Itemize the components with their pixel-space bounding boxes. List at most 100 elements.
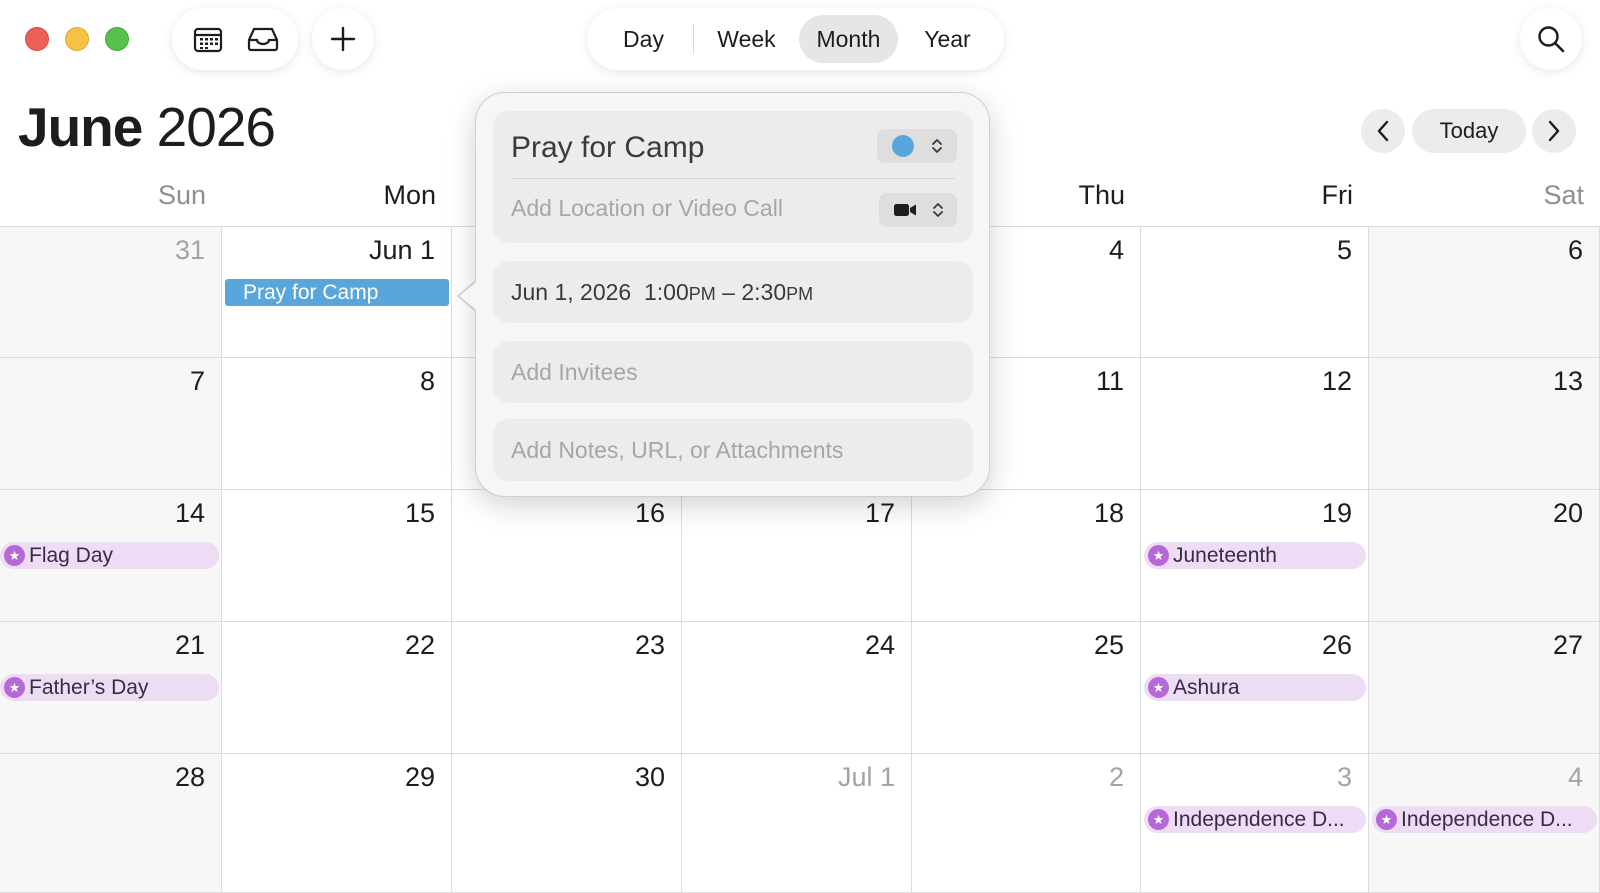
- day-cell[interactable]: 22: [222, 622, 452, 754]
- day-cell[interactable]: 17: [682, 490, 912, 622]
- event-title: Pray for Camp: [243, 280, 379, 304]
- day-cell[interactable]: 25: [912, 622, 1141, 754]
- weekday-fri: Fri: [1321, 180, 1353, 210]
- inbox-button[interactable]: [241, 17, 285, 61]
- day-cell[interactable]: 16: [452, 490, 682, 622]
- view-day-tab[interactable]: Day: [594, 15, 693, 63]
- day-number: 7: [189, 366, 205, 396]
- event-title-field[interactable]: Pray for Camp: [511, 131, 704, 165]
- day-cell[interactable]: 26 ★ Ashura: [1141, 622, 1369, 754]
- calendars-button[interactable]: [186, 17, 230, 61]
- holiday-event[interactable]: ★ Independence D...: [1372, 806, 1597, 833]
- day-number: 19: [1321, 498, 1352, 528]
- day-number: 22: [404, 630, 435, 660]
- day-cell[interactable]: 30: [452, 754, 682, 893]
- view-year-tab[interactable]: Year: [898, 15, 997, 63]
- day-cell[interactable]: 27: [1369, 622, 1600, 754]
- day-number: 18: [1093, 498, 1124, 528]
- day-number: 3: [1336, 762, 1352, 792]
- date-time-card[interactable]: Jun 1, 2026 1:00PM – 2:30PM: [493, 261, 973, 323]
- day-cell[interactable]: 24: [682, 622, 912, 754]
- view-week-tab[interactable]: Week: [694, 15, 799, 63]
- day-cell[interactable]: 18: [912, 490, 1141, 622]
- add-event-button[interactable]: [312, 8, 374, 70]
- search-icon: [1538, 26, 1565, 53]
- day-cell[interactable]: 21 ★ Father’s Day: [0, 622, 222, 754]
- day-number: 28: [174, 762, 205, 792]
- chevron-right-icon: [1548, 120, 1560, 142]
- day-number: 13: [1552, 366, 1583, 396]
- day-cell[interactable]: 28: [0, 754, 222, 893]
- day-cell[interactable]: Jun 1 Pray for Camp: [222, 227, 452, 358]
- notes-card[interactable]: Add Notes, URL, or Attachments: [493, 419, 973, 481]
- view-month-tab[interactable]: Month: [798, 15, 898, 63]
- event-end-time: 2:30: [741, 279, 787, 305]
- day-cell[interactable]: 4 ★ Independence D...: [1369, 754, 1600, 893]
- day-cell[interactable]: 31: [0, 227, 222, 358]
- location-field[interactable]: Add Location or Video Call: [511, 195, 783, 222]
- day-number: Jul 1: [837, 762, 895, 792]
- holiday-star-icon: ★: [1148, 545, 1169, 566]
- invitees-field[interactable]: Add Invitees: [511, 359, 638, 386]
- holiday-event[interactable]: ★ Juneteenth: [1144, 542, 1366, 569]
- day-cell[interactable]: 6: [1369, 227, 1600, 358]
- day-cell[interactable]: 15: [222, 490, 452, 622]
- popover-arrow-fill: [459, 281, 477, 311]
- day-number: 30: [634, 762, 665, 792]
- day-cell[interactable]: 5: [1141, 227, 1369, 358]
- holiday-event[interactable]: ★ Ashura: [1144, 674, 1366, 701]
- view-switcher: Day Week Month Year: [587, 8, 1004, 70]
- day-cell[interactable]: 29: [222, 754, 452, 893]
- day-cell[interactable]: 23: [452, 622, 682, 754]
- holiday-star-icon: ★: [1376, 809, 1397, 830]
- holiday-event[interactable]: ★ Father’s Day: [0, 674, 219, 701]
- day-number: 17: [864, 498, 895, 528]
- close-window-button[interactable]: [25, 27, 49, 51]
- today-button[interactable]: Today: [1412, 109, 1526, 153]
- day-number: 14: [174, 498, 205, 528]
- holiday-event[interactable]: ★ Flag Day: [0, 542, 219, 569]
- day-cell[interactable]: 2: [912, 754, 1141, 893]
- day-number: 21: [174, 630, 205, 660]
- invitees-card[interactable]: Add Invitees: [493, 341, 973, 403]
- event-title: Ashura: [1173, 675, 1240, 699]
- up-down-chevron-icon: [931, 139, 942, 153]
- day-cell[interactable]: 3 ★ Independence D...: [1141, 754, 1369, 893]
- day-cell[interactable]: 7: [0, 358, 222, 490]
- day-number: 15: [404, 498, 435, 528]
- event-title: Independence D...: [1173, 807, 1345, 831]
- holiday-star-icon: ★: [4, 677, 25, 698]
- previous-month-button[interactable]: [1361, 109, 1405, 153]
- notes-field[interactable]: Add Notes, URL, or Attachments: [511, 437, 843, 464]
- day-number: 27: [1552, 630, 1583, 660]
- event-popover: Pray for Camp Add Location or Video Call…: [475, 92, 990, 497]
- minimize-window-button[interactable]: [65, 27, 89, 51]
- month-year-title: June 2026: [18, 95, 276, 159]
- calendar-color-picker[interactable]: [877, 129, 957, 163]
- weekday-sat: Sat: [1543, 180, 1584, 210]
- calendar-inbox-group: [172, 8, 298, 70]
- zoom-window-button[interactable]: [105, 27, 129, 51]
- day-cell[interactable]: 20: [1369, 490, 1600, 622]
- day-number: 29: [404, 762, 435, 792]
- inbox-tray-icon: [247, 27, 278, 52]
- event-title: Independence D...: [1401, 807, 1573, 831]
- day-cell[interactable]: 12: [1141, 358, 1369, 490]
- holiday-star-icon: ★: [1148, 677, 1169, 698]
- day-cell[interactable]: 14 ★ Flag Day: [0, 490, 222, 622]
- day-number: 5: [1336, 235, 1352, 265]
- day-cell[interactable]: 19 ★ Juneteenth: [1141, 490, 1369, 622]
- holiday-event[interactable]: ★ Independence D...: [1144, 806, 1366, 833]
- video-call-picker[interactable]: [879, 193, 957, 227]
- search-button[interactable]: [1520, 8, 1582, 70]
- video-camera-icon: [893, 204, 916, 216]
- event-title-card: Pray for Camp Add Location or Video Call: [493, 111, 973, 243]
- holiday-star-icon: ★: [4, 545, 25, 566]
- next-month-button[interactable]: [1532, 109, 1576, 153]
- day-cell[interactable]: 13: [1369, 358, 1600, 490]
- day-cell[interactable]: 8: [222, 358, 452, 490]
- day-cell[interactable]: Jul 1: [682, 754, 912, 893]
- event-date-time[interactable]: Jun 1, 2026 1:00PM – 2:30PM: [511, 279, 813, 306]
- selected-event[interactable]: Pray for Camp: [225, 279, 449, 306]
- event-title: Father’s Day: [29, 675, 149, 699]
